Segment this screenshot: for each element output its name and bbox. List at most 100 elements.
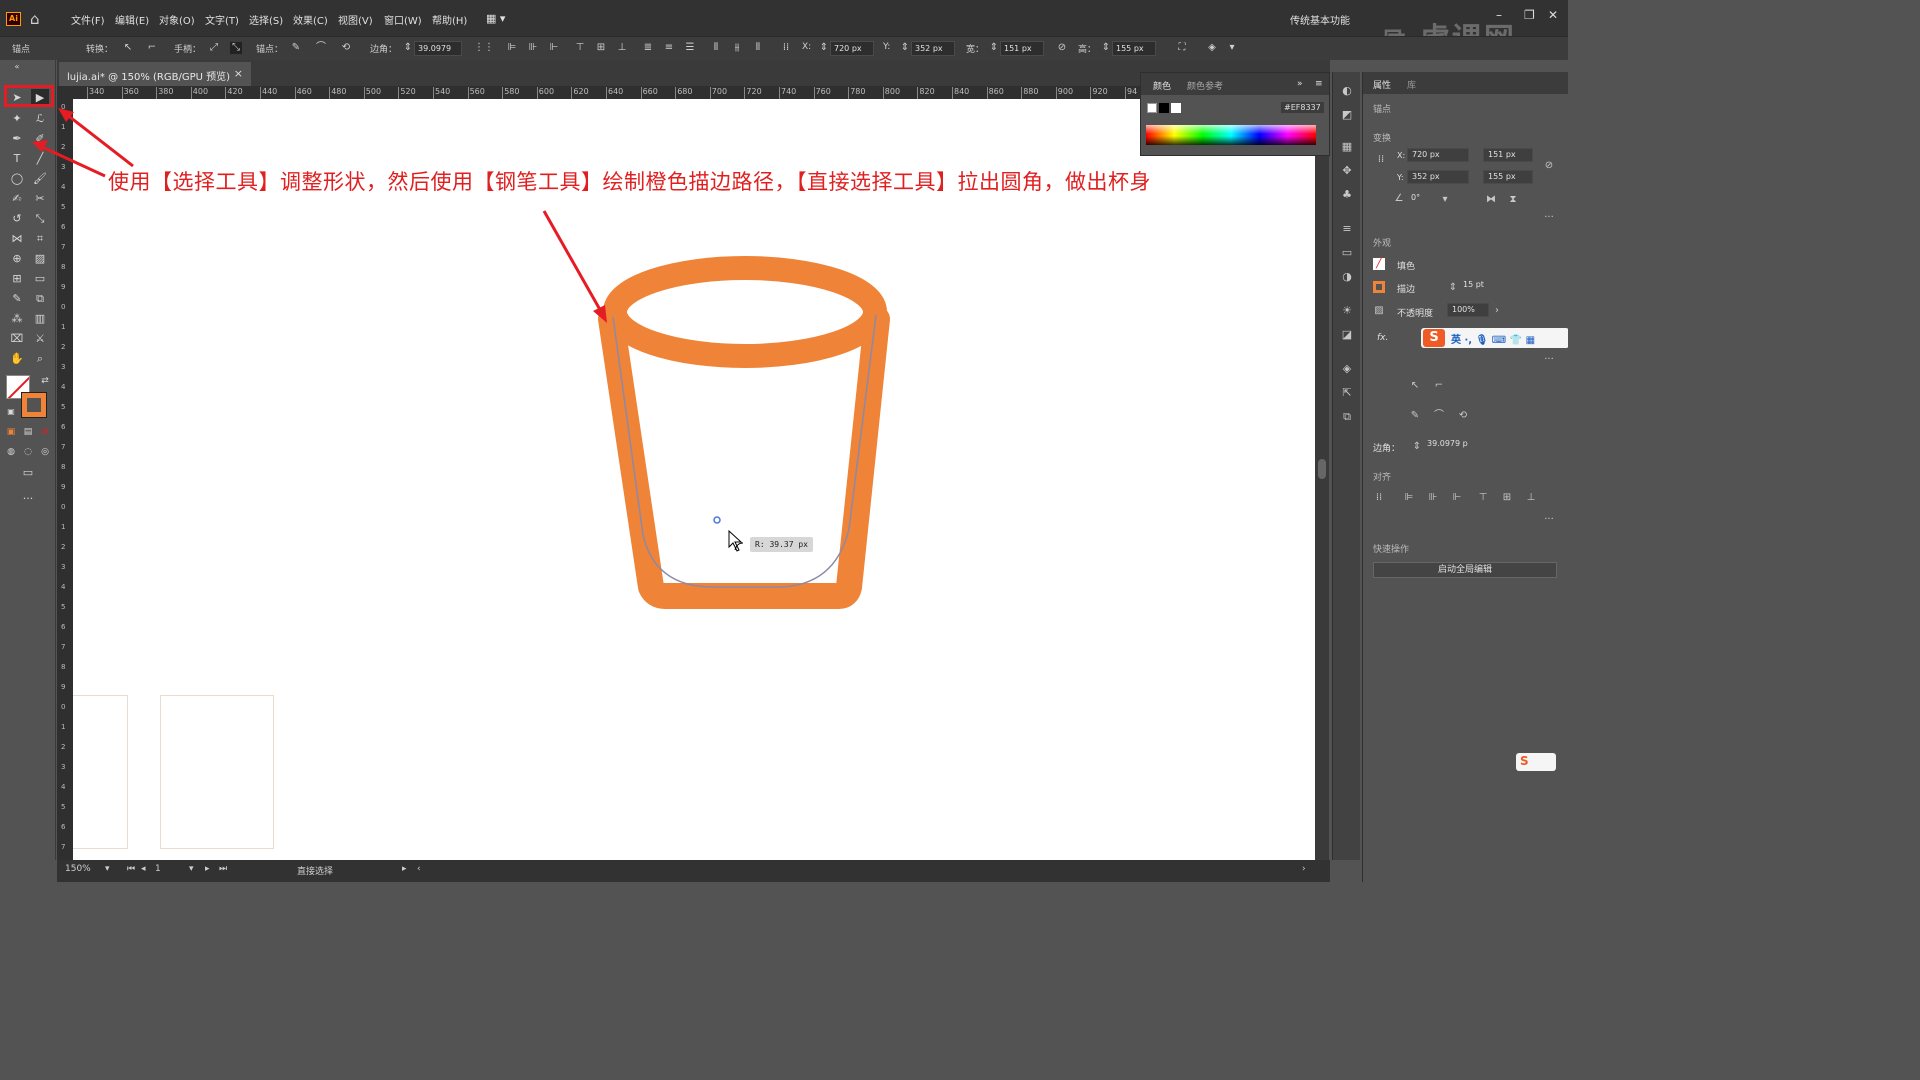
zoom-level[interactable]: 150%: [65, 864, 91, 874]
menu-object[interactable]: 对象(O): [159, 12, 195, 27]
black-swatch[interactable]: [1159, 103, 1169, 113]
draw-inside-icon[interactable]: ◎: [36, 443, 54, 461]
workspace-switcher[interactable]: 传统基本功能: [1290, 12, 1350, 27]
stroke-weight-field[interactable]: 15 pt: [1459, 279, 1499, 293]
reference-point-icon[interactable]: ⁞⁞: [1375, 154, 1387, 166]
align-options-icon[interactable]: ⋮⋮: [474, 42, 494, 54]
draw-normal-icon[interactable]: ◍: [2, 443, 20, 461]
corner-radius-field[interactable]: 39.0979 p: [1423, 438, 1479, 452]
scroll-right-icon[interactable]: ›: [1302, 864, 1306, 874]
stroke-swatch-orange[interactable]: [21, 392, 47, 418]
align-top-icon[interactable]: ⊤: [574, 42, 586, 54]
align-vcenter-icon[interactable]: ⊞: [1501, 492, 1513, 504]
document-tab[interactable]: lujia.ai* @ 150% (RGB/GPU 预览) ×: [59, 62, 251, 86]
symbols-icon[interactable]: ♣: [1340, 188, 1354, 202]
appearance-icon[interactable]: ☀: [1340, 304, 1354, 318]
canvas-vertical-scrollbar[interactable]: [1315, 99, 1329, 860]
convert-corner-icon[interactable]: ↖: [1409, 380, 1421, 392]
constrain-proportions-icon[interactable]: ⊘: [1543, 160, 1555, 172]
remove-anchor-icon[interactable]: ✎: [1409, 410, 1421, 422]
cut-path-icon[interactable]: ⌒: [1433, 410, 1445, 422]
flip-vertical-icon[interactable]: ⧗: [1507, 194, 1519, 206]
home-icon[interactable]: ⌂: [30, 11, 46, 27]
close-tab-icon[interactable]: ×: [234, 67, 243, 80]
align-right-icon[interactable]: ⊩: [1451, 492, 1463, 504]
gradient-panel-icon[interactable]: ▭: [1340, 246, 1354, 260]
stroke-panel-icon[interactable]: ≡: [1340, 222, 1354, 236]
align-bottom-icon[interactable]: ⊥: [616, 42, 628, 54]
rotation-dropdown-icon[interactable]: ▾: [1439, 194, 1451, 206]
horizontal-ruler[interactable]: 340 360 380 400 420 440 460 480 500 520 540 560 580 6…: [73, 86, 1315, 99]
last-artboard-icon[interactable]: ⏭: [219, 864, 227, 874]
graphic-styles-icon[interactable]: ◪: [1340, 328, 1354, 342]
convert-smooth-icon[interactable]: ⌐: [146, 42, 158, 54]
rotate-tool-icon[interactable]: ↺: [8, 210, 26, 228]
tab-libraries[interactable]: 库: [1407, 78, 1416, 91]
menu-window[interactable]: 窗口(W): [384, 12, 422, 27]
edit-toolbar-icon[interactable]: ···: [19, 490, 37, 508]
prev-artboard-icon[interactable]: ◂: [141, 864, 146, 874]
white-swatch[interactable]: [1171, 103, 1181, 113]
first-artboard-icon[interactable]: ⏮: [127, 864, 135, 874]
handle-show-icon[interactable]: ⤢: [208, 42, 220, 54]
cup-rim-ellipse[interactable]: [603, 256, 887, 368]
close-window-icon[interactable]: ✕: [1548, 8, 1558, 22]
x-stepper-icon[interactable]: ⇕: [818, 42, 830, 54]
convert-corner-icon[interactable]: ↖: [122, 42, 134, 54]
distribute-left-icon[interactable]: ⫴: [710, 42, 722, 54]
eyedropper-tool-icon[interactable]: ✎: [8, 290, 26, 308]
width-field[interactable]: 151 px: [1483, 148, 1533, 162]
menu-edit[interactable]: 编辑(E): [115, 12, 149, 27]
ime-mini-toolbar[interactable]: S: [1516, 753, 1556, 771]
fill-none-swatch[interactable]: ╱: [1373, 258, 1385, 270]
hand-tool-icon[interactable]: ✋: [8, 350, 26, 368]
live-corner-widget[interactable]: [713, 516, 721, 524]
width-tool-icon[interactable]: ⋈: [8, 230, 26, 248]
more-options-icon[interactable]: ···: [1543, 212, 1555, 224]
perspective-grid-tool-icon[interactable]: ▨: [31, 250, 49, 268]
y-position-field[interactable]: 352 px: [1407, 170, 1469, 184]
distribute-right-icon[interactable]: ⦀: [752, 42, 764, 54]
reference-point-icon[interactable]: ⁞⁞: [780, 42, 792, 54]
control-menu-chevron-icon[interactable]: ▾: [1226, 42, 1238, 54]
height-field[interactable]: 155 px: [1112, 41, 1156, 56]
stroke-swatch[interactable]: [1373, 281, 1385, 293]
menu-select[interactable]: 选择(S): [249, 12, 283, 27]
color-spectrum[interactable]: [1146, 125, 1316, 145]
isolate-icon[interactable]: ◈: [1206, 42, 1218, 54]
swap-fill-stroke-icon[interactable]: ⇄: [36, 372, 54, 390]
start-global-edit-button[interactable]: 启动全局编辑: [1373, 562, 1557, 578]
fx-label[interactable]: fx.: [1377, 333, 1388, 343]
panel-menu-icon[interactable]: ≡: [1315, 79, 1323, 89]
connect-path-icon[interactable]: ⟲: [340, 42, 352, 54]
align-right-icon[interactable]: ⊩: [548, 42, 560, 54]
connect-path-icon[interactable]: ⟲: [1457, 410, 1469, 422]
scroll-left-icon[interactable]: ‹: [417, 864, 421, 874]
arrange-documents-icon[interactable]: ▦ ▾: [486, 12, 505, 25]
image-trace-icon[interactable]: ◩: [1340, 108, 1354, 122]
constrain-proportions-icon[interactable]: ⊘: [1056, 42, 1068, 54]
menu-type[interactable]: 文字(T): [205, 12, 239, 27]
free-transform-tool-icon[interactable]: ⌗: [31, 230, 49, 248]
tab-color[interactable]: 颜色: [1153, 79, 1171, 92]
align-top-icon[interactable]: ⊤: [1477, 492, 1489, 504]
tab-color-guide[interactable]: 颜色参考: [1187, 79, 1223, 92]
shape-builder-tool-icon[interactable]: ⊕: [8, 250, 26, 268]
align-left-icon[interactable]: ⊫: [506, 42, 518, 54]
align-vcenter-icon[interactable]: ⊞: [595, 42, 607, 54]
canvas[interactable]: 使用【选择工具】调整形状，然后使用【钢笔工具】绘制橙色描边路径，【直接选择工具】…: [73, 99, 1315, 860]
remove-anchor-icon[interactable]: ✎: [290, 42, 302, 54]
tab-properties[interactable]: 属性: [1373, 78, 1391, 91]
transform-icon[interactable]: ⛶: [1176, 42, 1188, 54]
mesh-tool-icon[interactable]: ⊞: [8, 270, 26, 288]
distribute-top-icon[interactable]: ≣: [642, 42, 654, 54]
transparency-icon[interactable]: ◑: [1340, 270, 1354, 284]
distribute-vcenter-icon[interactable]: ≡: [663, 42, 675, 54]
column-graph-tool-icon[interactable]: ▥: [31, 310, 49, 328]
symbol-sprayer-tool-icon[interactable]: ⁂: [8, 310, 26, 328]
none-mode-icon[interactable]: ⊘: [36, 423, 54, 441]
panel-expand-icon[interactable]: »: [1297, 79, 1303, 89]
x-field[interactable]: 720 px: [830, 41, 874, 56]
gradient-tool-icon[interactable]: ▭: [31, 270, 49, 288]
stroke-stepper-icon[interactable]: ⇕: [1447, 282, 1459, 294]
